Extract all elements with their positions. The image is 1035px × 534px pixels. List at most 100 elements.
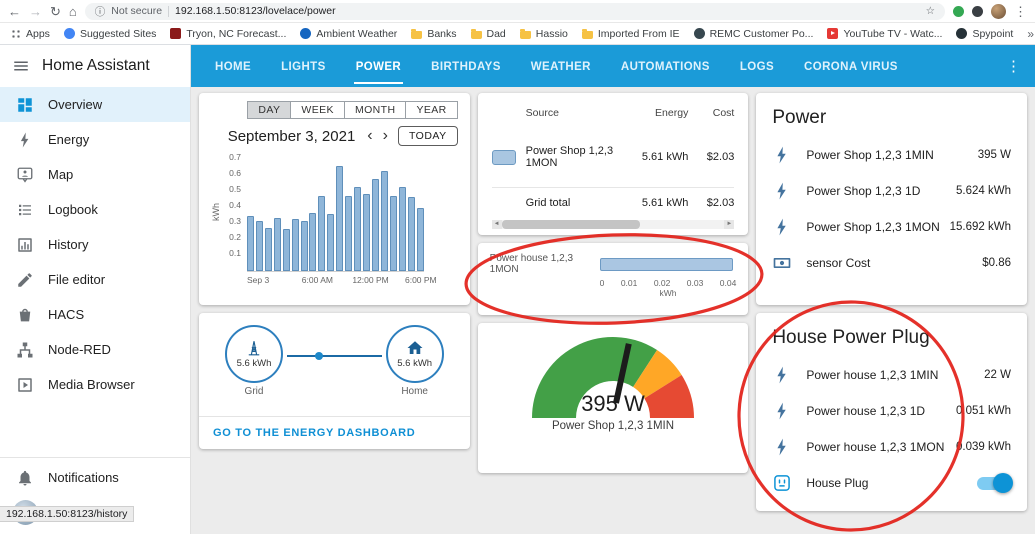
overflow-menu-icon[interactable]: ⋮ [1006, 57, 1021, 75]
home-node[interactable]: 5.6 kWh Home [385, 325, 444, 416]
prev-day-button[interactable]: ‹ [367, 128, 372, 144]
browser-profile-avatar[interactable] [991, 3, 1006, 19]
house-bar-area [599, 257, 737, 272]
entity-name: Power house 1,2,3 1MIN [806, 368, 939, 382]
info-icon[interactable]: ⓘ [95, 4, 106, 19]
bookmark-item[interactable]: Ambient Weather [300, 28, 397, 40]
toggle-knob [992, 473, 1013, 493]
house-plug-toggle[interactable] [976, 473, 1013, 493]
bookmark-label: Dad [486, 27, 506, 40]
scroll-right-arrow[interactable]: ► [724, 220, 735, 229]
tab-power[interactable]: POWER [353, 48, 404, 84]
energy-distribution: 5.6 kWh Grid 5.6 kWh Home [199, 313, 470, 416]
energy-bar [247, 215, 254, 271]
list-icon [16, 201, 34, 219]
energy-sources-table-card: Source Energy Cost Power Shop 1,2,3 1MON… [477, 93, 749, 235]
entity-row-power-shop-1mon[interactable]: Power Shop 1,2,3 1MON 15.692 kWh [772, 209, 1011, 245]
x-tick: 0.02 [653, 278, 671, 288]
entity-row-house-plug[interactable]: House Plug [772, 465, 1013, 501]
folder-icon [470, 28, 482, 39]
today-button[interactable]: TODAY [397, 126, 458, 146]
sidebar-item-media-browser[interactable]: Media Browser [0, 367, 190, 402]
next-day-button[interactable]: › [383, 128, 388, 144]
bookmark-item[interactable]: Dad [470, 27, 506, 40]
extension-dark-icon[interactable] [972, 5, 983, 17]
scroll-left-arrow[interactable]: ◄ [491, 220, 502, 229]
entity-row-power-house-1mon[interactable]: Power house 1,2,3 1MON 0.039 kWh [772, 429, 1011, 465]
sidebar-item-energy[interactable]: Energy [0, 122, 190, 157]
cash-icon [772, 253, 792, 273]
flash-icon [772, 145, 792, 165]
power-gauge-card[interactable]: 395 W Power Shop 1,2,3 1MIN [477, 323, 749, 473]
sidebar-item-logbook[interactable]: Logbook [0, 192, 190, 227]
browser-menu-icon[interactable]: ⋮ [1014, 5, 1027, 18]
sidebar-item-history[interactable]: History [0, 227, 190, 262]
bookmark-item[interactable]: REMC Customer Po... [693, 28, 813, 40]
period-day-button[interactable]: DAY [247, 101, 292, 119]
sidebar-item-node-red[interactable]: Node-RED [0, 332, 190, 367]
entity-row-power-house-1min[interactable]: Power house 1,2,3 1MIN 22 W [772, 357, 1011, 393]
grid-to-home-line [287, 352, 382, 360]
sidebar-item-hacs[interactable]: HACS [0, 297, 190, 332]
circle-icon [693, 28, 705, 39]
energy-bar [354, 187, 362, 271]
notifications-button[interactable]: Notifications [0, 460, 190, 495]
sidebar-item-overview[interactable]: Overview [0, 87, 190, 122]
bookmark-label: Suggested Sites [79, 27, 157, 40]
bookmark-star-icon[interactable]: ☆ [926, 5, 935, 17]
sidebar-item-label: Logbook [48, 202, 98, 217]
entity-row-power-shop-1d[interactable]: Power Shop 1,2,3 1D 5.624 kWh [772, 173, 1011, 209]
energy-bar [416, 207, 424, 271]
tab-home[interactable]: HOME [213, 48, 253, 84]
bookmark-item[interactable]: Apps [10, 28, 50, 40]
bookmark-item[interactable]: Suggested Sites [63, 27, 157, 40]
tab-corona-virus[interactable]: CORONA VIRUS [802, 48, 900, 84]
bookmark-item[interactable]: Hassio [519, 28, 568, 40]
sidebar-item-file-editor[interactable]: File editor [0, 262, 190, 297]
bookmark-item[interactable]: Tryon, NC Forecast... [170, 28, 286, 40]
tab-logs[interactable]: LOGS [738, 48, 776, 84]
entity-name: Power Shop 1,2,3 1D [806, 184, 921, 198]
scroll-thumb[interactable] [501, 220, 640, 229]
house-bar-axis-label: kWh [659, 288, 677, 298]
entity-row-sensor-cost[interactable]: sensor Cost $0.86 [772, 245, 1011, 281]
column-1: DAY WEEK MONTH YEAR September 3, 2021 ‹ … [199, 93, 470, 449]
tab-weather[interactable]: WEATHER [529, 48, 593, 84]
series-color-swatch [491, 149, 516, 165]
period-month-button[interactable]: MONTH [343, 101, 407, 119]
home-assistant-app: Home Assistant Overview Energy Map Logbo… [0, 45, 1035, 534]
horizontal-scrollbar[interactable]: ◄ ► [491, 220, 735, 229]
entity-value: 395 W [977, 149, 1011, 161]
table-row[interactable]: Power Shop 1,2,3 1MON 5.61 kWh $2.03 [491, 127, 734, 187]
entity-row-power-house-1d[interactable]: Power house 1,2,3 1D 0.051 kWh [772, 393, 1011, 429]
bookmark-item[interactable]: Spypoint [956, 28, 1013, 40]
extension-green-icon[interactable] [953, 5, 964, 17]
bookmark-item[interactable]: Banks [411, 28, 457, 40]
back-button[interactable]: ← [8, 5, 21, 18]
y-tick: 0.4 [229, 200, 241, 210]
forward-button[interactable]: → [29, 5, 42, 18]
house-usage-bar [599, 257, 733, 271]
bookmark-item[interactable]: YouTube TV - Watc... [827, 28, 942, 40]
tab-automations[interactable]: AUTOMATIONS [619, 48, 712, 84]
grid-node[interactable]: 5.6 kWh Grid [225, 325, 283, 416]
flash-icon [16, 131, 34, 149]
entity-row-power-shop-1min[interactable]: Power Shop 1,2,3 1MIN 395 W [772, 137, 1011, 173]
scroll-track[interactable] [501, 220, 725, 229]
reload-button[interactable]: ↻ [50, 5, 61, 18]
y-axis-label: kWh [211, 203, 221, 221]
period-year-button[interactable]: YEAR [405, 101, 458, 119]
x-tick: 12:00 PM [352, 275, 389, 285]
energy-dashboard-link[interactable]: GO TO THE ENERGY DASHBOARD [199, 416, 470, 449]
sidebar-toggle-icon[interactable] [12, 57, 30, 75]
tab-birthdays[interactable]: BIRTHDAYS [429, 48, 503, 84]
sidebar-item-map[interactable]: Map [0, 157, 190, 192]
period-week-button[interactable]: WEEK [290, 101, 345, 119]
home-button[interactable]: ⌂ [69, 5, 77, 18]
tab-lights[interactable]: LIGHTS [279, 48, 328, 84]
house-bar-ticks: 0 0.01 0.02 0.03 0.04 [600, 275, 737, 288]
sitemap-icon [16, 341, 34, 359]
bookmark-item[interactable]: Imported From IE [581, 28, 680, 40]
bookmarks-overflow-chevron[interactable]: » [1027, 27, 1034, 41]
address-bar[interactable]: ⓘ Not secure 192.168.1.50:8123/lovelace/… [84, 2, 945, 20]
